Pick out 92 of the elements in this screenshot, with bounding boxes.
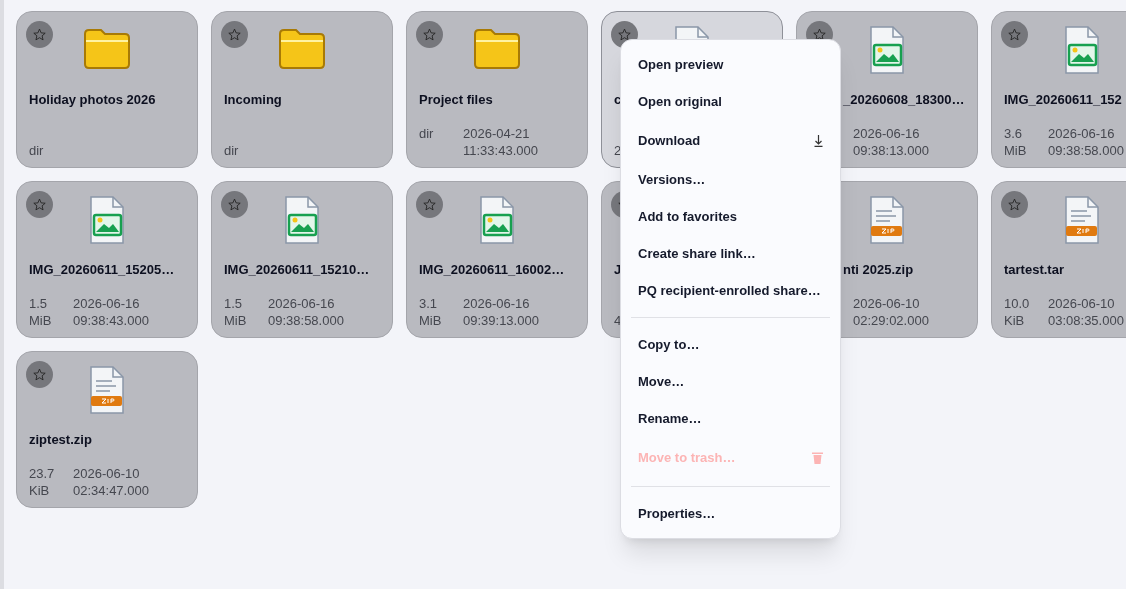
menu-item[interactable]: Rename… bbox=[621, 400, 840, 437]
file-name: J bbox=[614, 261, 622, 279]
menu-item[interactable]: Properties… bbox=[621, 495, 840, 532]
star-icon bbox=[813, 28, 826, 41]
zip-file-icon bbox=[1065, 196, 1099, 244]
folder-icon bbox=[82, 26, 132, 70]
favorite-button[interactable] bbox=[416, 191, 443, 218]
star-icon bbox=[618, 28, 631, 41]
modified-date: 09:39:13.000 bbox=[463, 312, 539, 329]
file-name: IMG_20260611_15210… bbox=[224, 261, 370, 279]
favorite-button[interactable] bbox=[1001, 191, 1028, 218]
star-icon bbox=[33, 198, 46, 211]
folder-icon bbox=[472, 26, 522, 70]
file-size: KiB bbox=[29, 482, 50, 499]
file-card[interactable]: Project files dir 2026-04-21 11:33:43.000 bbox=[406, 11, 588, 168]
modified-date: 2026-04-21 bbox=[463, 125, 530, 142]
file-card[interactable]: IMG_20260611_152 3.6 MiB 2026-06-16 09:38:58.000 bbox=[991, 11, 1126, 168]
file-name: c bbox=[614, 91, 622, 109]
image-file-icon bbox=[870, 26, 904, 74]
file-card[interactable]: IMG_20260611_15210… 1.5 MiB 2026-06-16 09:38:58.000 bbox=[211, 181, 393, 338]
star-icon bbox=[33, 368, 46, 381]
favorite-button[interactable] bbox=[26, 361, 53, 388]
file-name: Incoming bbox=[224, 91, 282, 109]
file-name: ziptest.zip bbox=[29, 431, 92, 449]
image-file-icon bbox=[1065, 26, 1099, 74]
file-name: _20260608_18300… bbox=[843, 91, 965, 109]
favorite-button[interactable] bbox=[1001, 21, 1028, 48]
file-name: IMG_20260611_16002… bbox=[419, 261, 565, 279]
file-size: dir bbox=[419, 125, 434, 142]
file-card[interactable]: IMG_20260611_16002… 3.1 MiB 2026-06-16 09:39:13.000 bbox=[406, 181, 588, 338]
modified-date: 2026-06-10 bbox=[1048, 295, 1115, 312]
trash-icon bbox=[812, 451, 823, 464]
file-card[interactable]: Holiday photos 2026 dir bbox=[16, 11, 198, 168]
star-icon bbox=[228, 28, 241, 41]
modified-date: 09:38:43.000 bbox=[73, 312, 149, 329]
zip-file-icon bbox=[90, 366, 124, 414]
star-icon bbox=[228, 198, 241, 211]
menu-item[interactable]: Move… bbox=[621, 363, 840, 400]
modified-date: 09:38:13.000 bbox=[853, 142, 929, 159]
file-size: MiB bbox=[224, 312, 247, 329]
file-card[interactable]: Incoming dir bbox=[211, 11, 393, 168]
file-size: MiB bbox=[29, 312, 52, 329]
file-size: dir bbox=[224, 142, 239, 159]
image-file-icon bbox=[90, 196, 124, 244]
favorite-button[interactable] bbox=[221, 191, 248, 218]
modified-date: 02:29:02.000 bbox=[853, 312, 929, 329]
modified-date: 2026-06-16 bbox=[853, 125, 920, 142]
modified-date: 2026-06-16 bbox=[463, 295, 530, 312]
file-size: dir bbox=[29, 142, 44, 159]
favorite-button[interactable] bbox=[26, 191, 53, 218]
file-size: KiB bbox=[1004, 312, 1025, 329]
file-size: MiB bbox=[1004, 142, 1027, 159]
file-name: nti 2025.zip bbox=[843, 261, 914, 279]
file-size: 3.6 bbox=[1004, 125, 1023, 142]
modified-date: 03:08:35.000 bbox=[1048, 312, 1124, 329]
file-size: 1.5 bbox=[29, 295, 48, 312]
file-name: IMG_20260611_152 bbox=[1004, 91, 1122, 109]
zip-file-icon bbox=[870, 196, 904, 244]
file-name: tartest.tar bbox=[1004, 261, 1064, 279]
file-card[interactable]: ziptest.zip 23.7 KiB 2026-06-10 02:34:47.000 bbox=[16, 351, 198, 508]
file-size: 23.7 bbox=[29, 465, 55, 482]
star-icon bbox=[33, 28, 46, 41]
modified-date: 09:38:58.000 bbox=[1048, 142, 1124, 159]
file-card[interactable]: IMG_20260611_15205… 1.5 MiB 2026-06-16 09:38:43.000 bbox=[16, 181, 198, 338]
file-name: IMG_20260611_15205… bbox=[29, 261, 175, 279]
image-file-icon bbox=[480, 196, 514, 244]
download-icon bbox=[814, 134, 823, 147]
star-icon bbox=[1008, 198, 1021, 211]
file-size: 3.1 bbox=[419, 295, 438, 312]
modified-date: 2026-06-16 bbox=[268, 295, 335, 312]
file-size: 1.5 bbox=[224, 295, 243, 312]
favorite-button[interactable] bbox=[221, 21, 248, 48]
modified-date: 02:34:47.000 bbox=[73, 482, 149, 499]
file-name: Holiday photos 2026 bbox=[29, 91, 156, 109]
favorite-button[interactable] bbox=[26, 21, 53, 48]
file-name: Project files bbox=[419, 91, 493, 109]
modified-date: 09:38:58.000 bbox=[268, 312, 344, 329]
image-file-icon bbox=[285, 196, 319, 244]
file-card[interactable]: tartest.tar 10.0 KiB 2026-06-10 03:08:35.000 bbox=[991, 181, 1126, 338]
folder-icon bbox=[277, 26, 327, 70]
modified-date: 2026-06-16 bbox=[73, 295, 140, 312]
file-size: 10.0 bbox=[1004, 295, 1030, 312]
modified-date: 2026-06-10 bbox=[73, 465, 140, 482]
favorite-button[interactable] bbox=[416, 21, 443, 48]
modified-date: 2026-06-10 bbox=[853, 295, 920, 312]
file-size: MiB bbox=[419, 312, 442, 329]
star-icon bbox=[1008, 28, 1021, 41]
modified-date: 11:33:43.000 bbox=[463, 142, 538, 159]
star-icon bbox=[423, 28, 436, 41]
star-icon bbox=[423, 198, 436, 211]
modified-date: 2026-06-16 bbox=[1048, 125, 1115, 142]
file-size: 4 bbox=[614, 312, 622, 329]
